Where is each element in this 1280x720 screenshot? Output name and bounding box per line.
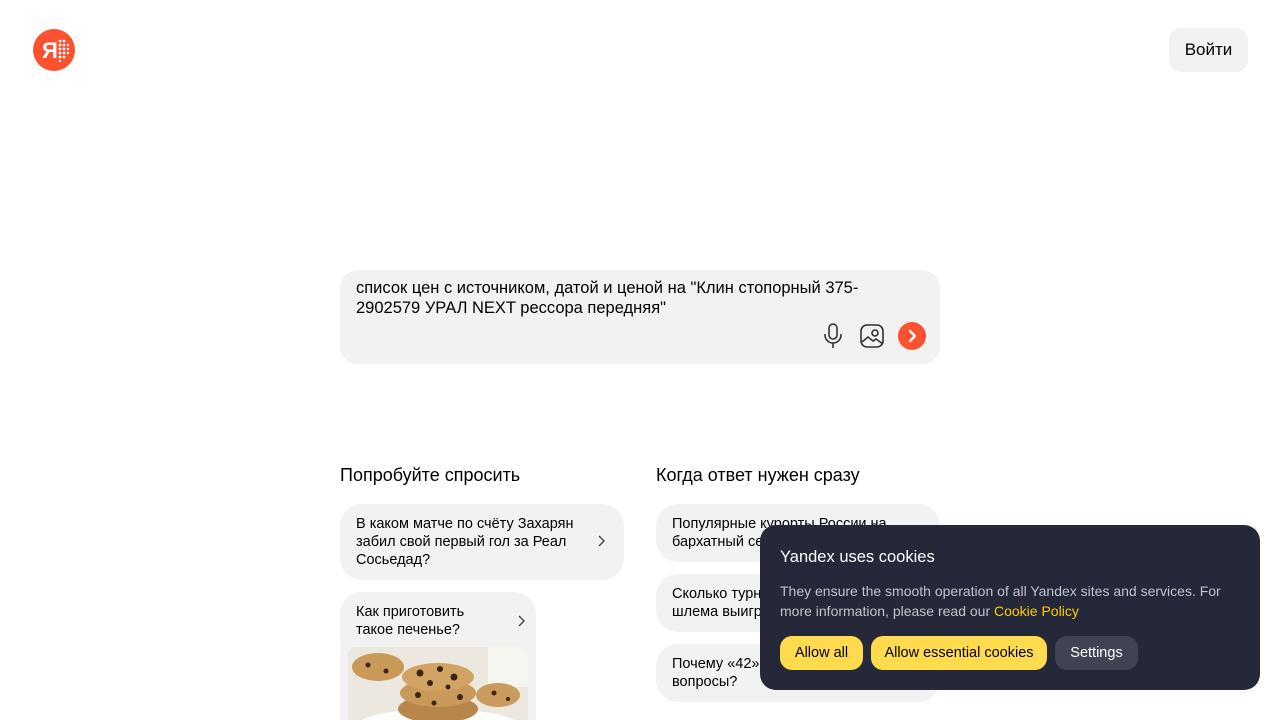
page: Я Войти список цен с источником, датой и… — [0, 0, 1280, 720]
yandex-logo-icon[interactable]: Я — [33, 29, 75, 71]
send-arrow-icon[interactable] — [898, 322, 926, 350]
try-asking-title: Попробуйте спросить — [340, 465, 521, 485]
cookie-banner: Yandex uses cookies They ensure the smoo… — [760, 525, 1260, 690]
chocolate-chip-cookies-image — [348, 647, 528, 720]
allow-all-button[interactable]: Allow all — [780, 636, 863, 670]
chevron-right-icon — [516, 614, 526, 633]
image-search-icon[interactable] — [857, 321, 887, 351]
quick-answer-title: Когда ответ нужен сразу — [656, 465, 860, 485]
suggestion-card-with-image[interactable]: Как приготовить такое печенье? — [340, 592, 536, 720]
search-box[interactable]: список цен с источником, датой и ценой н… — [340, 270, 940, 364]
suggestion-card[interactable]: В каком матче по счёту Захарян забил сво… — [340, 504, 624, 580]
chevron-right-icon — [596, 534, 606, 553]
cookie-banner-text: They ensure the smooth operation of all … — [780, 581, 1240, 621]
microphone-icon[interactable] — [818, 321, 848, 351]
cookie-banner-title: Yandex uses cookies — [780, 548, 935, 566]
allow-essential-cookies-button[interactable]: Allow essential cookies — [871, 636, 1047, 670]
search-query-text[interactable]: список цен с источником, датой и ценой н… — [356, 278, 916, 318]
cookie-settings-button[interactable]: Settings — [1055, 636, 1138, 670]
svg-text:Я: Я — [42, 38, 58, 63]
cookie-policy-link[interactable]: Cookie Policy — [994, 603, 1079, 619]
suggestion-text: В каком матче по счёту Захарян забил сво… — [356, 516, 574, 568]
suggestion-text: Как приготовить такое печенье? — [356, 604, 465, 638]
login-button[interactable]: Войти — [1169, 28, 1248, 72]
